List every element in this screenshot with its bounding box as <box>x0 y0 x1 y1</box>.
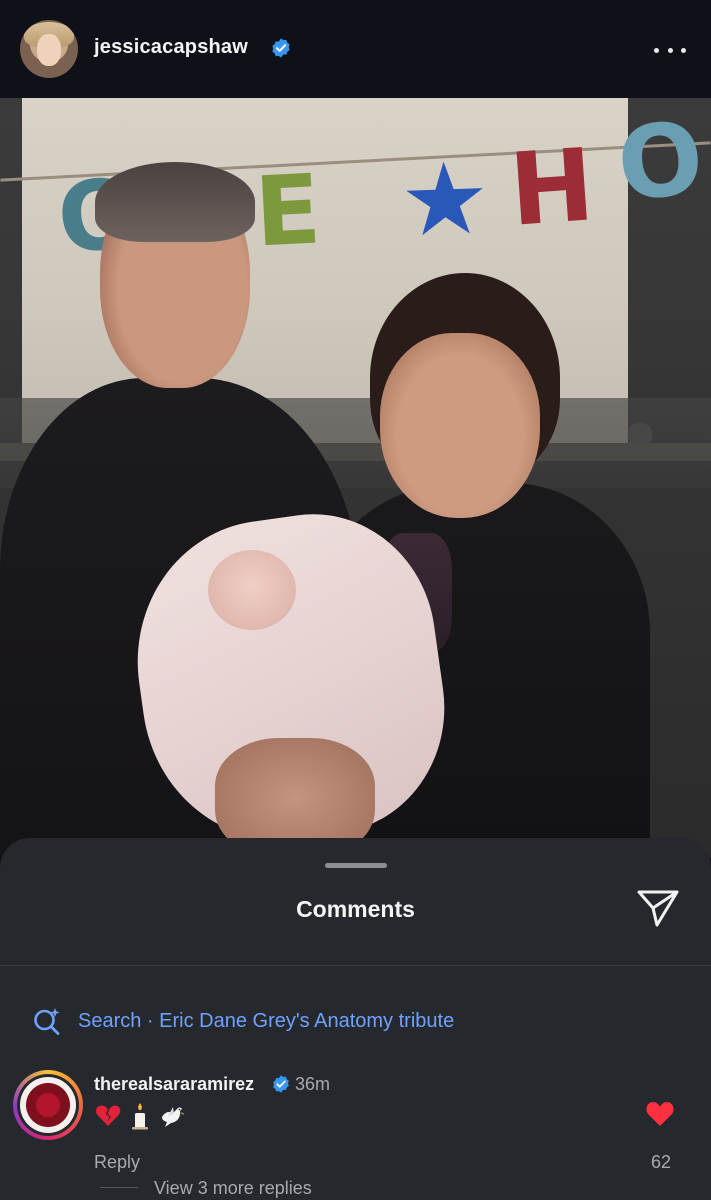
banner-letter: O <box>612 98 709 225</box>
like-count: 62 <box>650 1152 671 1172</box>
reply-button[interactable]: Reply <box>94 1152 140 1173</box>
replies-divider-line <box>100 1187 138 1188</box>
comments-sheet: Comments Search · Eric Dane Grey's Anato… <box>0 838 711 1200</box>
post-photo[interactable]: O M E ★ H O <box>0 98 711 858</box>
candle-icon <box>132 1103 148 1130</box>
comment-item: therealsararamirez 36m Reply 62 View 3 m… <box>0 1066 711 1200</box>
comments-title: Comments <box>296 896 415 922</box>
broken-heart-icon <box>95 1105 121 1126</box>
post-header: jessicacapshaw <box>0 0 711 98</box>
commenter-avatar[interactable] <box>13 1070 83 1140</box>
sheet-divider <box>0 965 711 966</box>
instagram-post-view: jessicacapshaw O M E ★ H O <box>0 0 711 1200</box>
profile-avatar[interactable] <box>20 20 78 78</box>
verified-badge-icon <box>273 1075 289 1093</box>
view-replies-button[interactable]: View 3 more replies <box>154 1178 312 1199</box>
ai-search-icon <box>34 1008 60 1035</box>
commenter-username[interactable]: therealsararamirez <box>94 1074 254 1095</box>
comment-timestamp: 36m <box>295 1074 331 1094</box>
heart-icon[interactable] <box>645 1100 675 1128</box>
search-suggestion-text: Search · Eric Dane Grey's Anatomy tribut… <box>78 1009 455 1032</box>
dove-icon <box>162 1107 185 1127</box>
verified-badge-icon <box>272 38 290 58</box>
banner-letter: ★ <box>397 139 492 260</box>
more-options-icon[interactable] <box>654 46 686 54</box>
ai-search-suggestion[interactable]: Search · Eric Dane Grey's Anatomy tribut… <box>32 1006 454 1036</box>
banner-letter: H <box>505 126 598 249</box>
sheet-grabber[interactable] <box>325 863 387 868</box>
comment-text <box>95 1102 185 1130</box>
send-icon[interactable] <box>636 888 680 928</box>
post-username[interactable]: jessicacapshaw <box>94 36 248 59</box>
